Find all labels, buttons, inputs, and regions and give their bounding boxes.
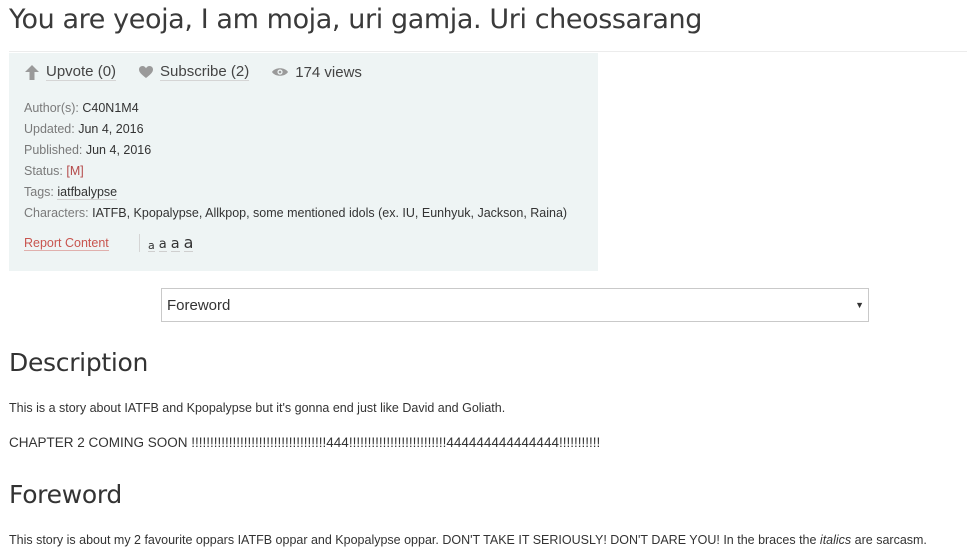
- story-info-panel: Upvote (0) Subscribe (2) 174 views Autho…: [9, 53, 598, 271]
- description-text: This is a story about IATFB and Kpopalyp…: [9, 401, 506, 415]
- font-size-xlarge-button[interactable]: a: [183, 235, 194, 252]
- foreword-text: This story is about my 2 favourite oppar…: [9, 533, 927, 547]
- font-size-medium-button[interactable]: a: [158, 238, 167, 252]
- meta-characters: Characters: IATFB, Kpopalypse, Allkpop, …: [24, 206, 568, 220]
- upvote-arrow-icon: [25, 64, 39, 80]
- status-badge: [M]: [66, 164, 84, 178]
- font-size-large-button[interactable]: a: [170, 236, 180, 252]
- tag-link[interactable]: iatfbalypse: [57, 185, 118, 200]
- meta-status: Status: [M]: [24, 164, 84, 178]
- story-stats: Upvote (0) Subscribe (2) 174 views: [24, 63, 384, 81]
- upvote-button[interactable]: Upvote (0): [24, 63, 117, 81]
- report-content-link[interactable]: Report Content: [24, 236, 109, 251]
- views-label: 174 views: [295, 63, 362, 81]
- meta-updated: Updated: Jun 4, 2016: [24, 122, 144, 136]
- chapter-select-value: Foreword: [167, 296, 231, 314]
- title-divider: [9, 51, 967, 52]
- story-metadata: Author(s): C40N1M4 Updated: Jun 4, 2016 …: [24, 98, 567, 224]
- story-title: You are yeoja, I am moja, uri gamja. Uri…: [9, 4, 702, 35]
- eye-icon: [272, 68, 289, 76]
- meta-published: Published: Jun 4, 2016: [24, 143, 152, 157]
- description-heading: Description: [9, 348, 149, 377]
- views-count: 174 views: [271, 64, 362, 81]
- chapter-select[interactable]: Foreword ▼: [161, 288, 869, 322]
- font-size-picker: a a a a: [139, 234, 194, 252]
- meta-author: Author(s): C40N1M4: [24, 101, 139, 115]
- subscribe-label: Subscribe (2): [160, 63, 250, 81]
- foreword-heading: Foreword: [9, 480, 122, 509]
- author-link[interactable]: C40N1M4: [82, 101, 138, 115]
- chevron-down-icon: ▼: [855, 300, 864, 310]
- heart-icon: [139, 66, 154, 78]
- chapter-announcement: CHAPTER 2 COMING SOON !!!!!!!!!!!!!!!!!!…: [9, 435, 601, 450]
- meta-tags: Tags: iatfbalypse: [24, 185, 118, 200]
- subscribe-button[interactable]: Subscribe (2): [138, 63, 250, 81]
- upvote-label: Upvote (0): [46, 63, 117, 81]
- font-size-small-button[interactable]: a: [148, 240, 155, 252]
